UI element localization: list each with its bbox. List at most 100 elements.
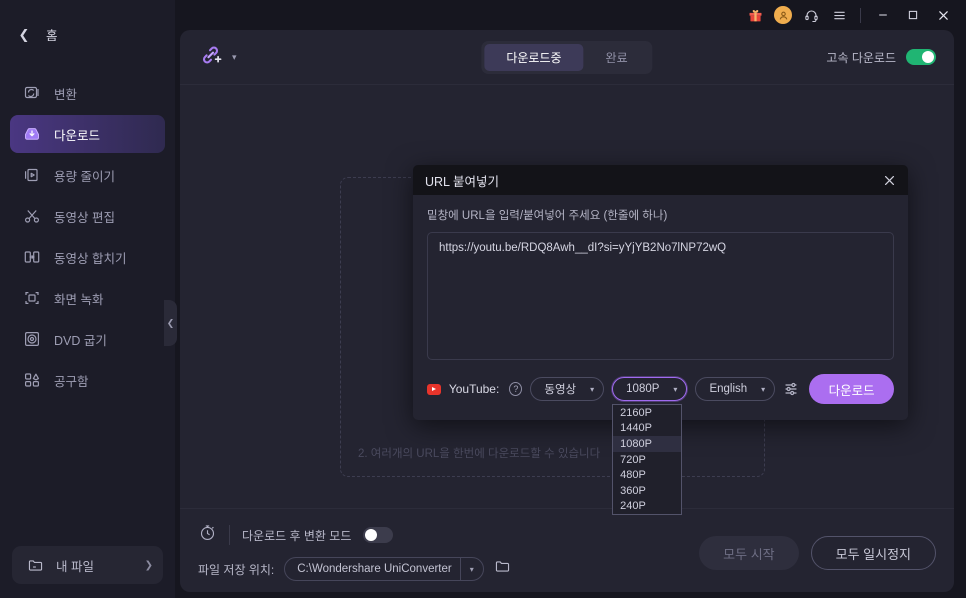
chevron-right-icon: ❯ xyxy=(144,559,153,571)
download-icon xyxy=(22,124,42,144)
chevron-down-icon: ▾ xyxy=(232,51,237,62)
dialog-hint: 밑창에 URL을 입력/붙여넣어 주세요 (한줄에 하나) xyxy=(427,210,668,222)
titlebar-divider xyxy=(860,7,861,23)
convert-after-download-label: 다운로드 후 변환 모드 xyxy=(242,528,352,543)
panel-toolbar: ▾ 다운로드중 완료 고속 다운로드 xyxy=(180,30,954,85)
folder-icon xyxy=(25,555,45,575)
my-files-button[interactable]: 내 파일 ❯ xyxy=(12,546,163,584)
sidebar-item-toolbox[interactable]: 공구함 xyxy=(10,361,165,399)
main-area: ▾ 다운로드중 완료 고속 다운로드 2. 여러개의 URL을 한번에 다운로드… xyxy=(175,0,966,598)
my-files-label: 내 파일 xyxy=(56,559,94,574)
bottom-divider xyxy=(229,525,230,545)
sidebar-item-label: 동영상 편집 xyxy=(54,210,115,225)
avatar xyxy=(774,6,792,24)
chevron-down-icon: ▾ xyxy=(469,564,474,574)
chevron-down-icon: ▾ xyxy=(590,384,595,394)
timer-icon[interactable] xyxy=(198,523,217,547)
sliders-icon[interactable] xyxy=(783,380,801,398)
sidebar-home-label[interactable]: 홈 xyxy=(46,25,58,44)
start-all-button[interactable]: 모두 시작 xyxy=(699,536,799,570)
sidebar-item-label: 용량 줄이기 xyxy=(54,169,115,184)
drop-zone-hint: 2. 여러개의 URL을 한번에 다운로드할 수 있습니다 xyxy=(358,448,601,460)
toggle-knob xyxy=(922,51,934,63)
scissors-icon xyxy=(22,206,42,226)
user-avatar-icon[interactable] xyxy=(769,0,797,30)
app-window: ❮ 홈 변환 다운로드 용량 줄이기 동영상 편집 동영상 합치기 화면 녹화 … xyxy=(0,0,966,598)
sidebar-item-screen-record[interactable]: 화면 녹화 xyxy=(10,279,165,317)
sidebar-collapse-handle[interactable]: ❮ xyxy=(164,300,177,346)
hamburger-menu-icon[interactable] xyxy=(825,0,853,30)
bulk-action-buttons: 모두 시작 모두 일시정지 xyxy=(699,536,936,570)
sidebar-item-label: 공구함 xyxy=(54,374,89,389)
quality-select[interactable]: 1080P ▾ xyxy=(612,377,688,401)
sidebar-item-download[interactable]: 다운로드 xyxy=(10,115,165,153)
sidebar-item-label: 변환 xyxy=(54,87,78,102)
window-close-button[interactable] xyxy=(928,0,958,30)
turbo-download-label: 고속 다운로드 xyxy=(826,50,896,65)
youtube-icon xyxy=(427,383,441,395)
quality-option[interactable]: 360P xyxy=(613,483,681,499)
save-location-select[interactable]: C:\Wondershare UniConverter ▾ xyxy=(284,557,484,581)
sidebar-item-label: DVD 굽기 xyxy=(54,333,107,348)
save-location-value: C:\Wondershare UniConverter xyxy=(297,563,452,575)
turbo-download-toggle[interactable] xyxy=(906,49,936,65)
sidebar: ❮ 홈 변환 다운로드 용량 줄이기 동영상 편집 동영상 합치기 화면 녹화 … xyxy=(0,0,177,598)
quality-option[interactable]: 1440P xyxy=(613,421,681,437)
dialog-title: URL 붙여넣기 xyxy=(425,174,500,189)
chevron-left-icon[interactable]: ❮ xyxy=(18,28,30,41)
folder-open-icon[interactable] xyxy=(494,558,511,580)
sidebar-item-label: 다운로드 xyxy=(54,128,101,143)
format-select[interactable]: 동영상 ▾ xyxy=(530,377,605,401)
play-triangle xyxy=(431,387,436,391)
tab-downloading[interactable]: 다운로드중 xyxy=(484,43,584,71)
close-icon[interactable] xyxy=(883,174,896,187)
headset-icon[interactable] xyxy=(797,0,825,30)
pause-all-button[interactable]: 모두 일시정지 xyxy=(810,536,936,570)
turbo-download-control: 고속 다운로드 xyxy=(826,49,936,66)
quality-option[interactable]: 2160P xyxy=(613,405,681,421)
dialog-titlebar: URL 붙여넣기 xyxy=(413,165,908,195)
dialog-footer: YouTube: ? 동영상 ▾ 1080P ▾ 2160P 1440P 108… xyxy=(413,360,908,516)
dvd-burn-icon xyxy=(22,329,42,349)
sidebar-nav: 변환 다운로드 용량 줄이기 동영상 편집 동영상 합치기 화면 녹화 DVD … xyxy=(0,68,175,399)
quality-option[interactable]: 720P xyxy=(613,452,681,468)
format-select-value: 동영상 xyxy=(544,384,577,396)
quality-option[interactable]: 480P xyxy=(613,467,681,483)
sidebar-item-label: 동영상 합치기 xyxy=(54,251,127,266)
add-url-button[interactable]: ▾ xyxy=(198,42,237,73)
sidebar-item-convert[interactable]: 변환 xyxy=(10,74,165,112)
sidebar-item-dvd-burn[interactable]: DVD 굽기 xyxy=(10,320,165,358)
language-select-value: English xyxy=(709,383,748,395)
chevron-down-icon: ▾ xyxy=(761,384,766,394)
quality-select-wrapper: 1080P ▾ 2160P 1440P 1080P 720P 480P 360P… xyxy=(612,377,688,516)
dialog-body: 밑창에 URL을 입력/붙여넣어 주세요 (한줄에 하나) https://yo… xyxy=(413,195,908,360)
sidebar-item-video-merge[interactable]: 동영상 합치기 xyxy=(10,238,165,276)
question-mark-icon[interactable]: ? xyxy=(509,382,523,396)
convert-icon xyxy=(22,83,42,103)
save-location-label: 파일 저장 위치: xyxy=(198,562,275,577)
quality-option[interactable]: 240P xyxy=(613,499,681,515)
merge-icon xyxy=(22,247,42,267)
chevron-down-icon: ▾ xyxy=(673,384,678,394)
language-select[interactable]: English ▾ xyxy=(695,377,776,401)
tab-completed[interactable]: 완료 xyxy=(584,44,650,71)
toolbox-icon xyxy=(22,370,42,390)
panel-tabs: 다운로드중 완료 xyxy=(481,40,653,74)
quality-option-selected[interactable]: 1080P xyxy=(613,436,682,452)
gift-icon[interactable] xyxy=(741,0,769,30)
window-maximize-button[interactable] xyxy=(898,0,928,30)
compress-icon xyxy=(22,165,42,185)
toggle-knob xyxy=(365,529,378,541)
download-button[interactable]: 다운로드 xyxy=(809,374,894,404)
sidebar-header: ❮ 홈 xyxy=(0,0,175,68)
source-label: YouTube: xyxy=(448,382,500,396)
sidebar-item-video-edit[interactable]: 동영상 편집 xyxy=(10,197,165,235)
convert-after-download-toggle[interactable] xyxy=(363,527,394,543)
quality-options-list: 2160P 1440P 1080P 720P 480P 360P 240P xyxy=(612,404,683,516)
quality-select-value: 1080P xyxy=(626,383,660,395)
url-input[interactable]: https://youtu.be/RDQ8Awh__dI?si=yYjYB2No… xyxy=(427,232,894,360)
record-screen-icon xyxy=(22,288,42,308)
window-minimize-button[interactable] xyxy=(868,0,898,30)
sidebar-item-compress[interactable]: 용량 줄이기 xyxy=(10,156,165,194)
sidebar-item-label: 화면 녹화 xyxy=(54,292,104,307)
